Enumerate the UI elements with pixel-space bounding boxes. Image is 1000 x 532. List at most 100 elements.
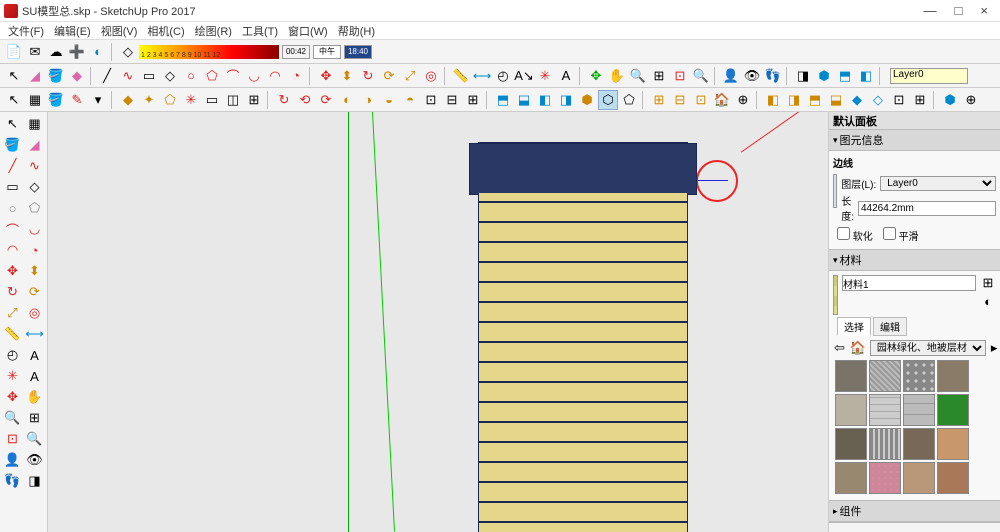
- lt-poly-icon[interactable]: ⬠: [25, 198, 45, 218]
- front-icon[interactable]: ◧: [856, 66, 876, 86]
- r3-icon[interactable]: ⟳: [316, 90, 336, 110]
- maximize-button[interactable]: □: [955, 3, 963, 18]
- material-swatch[interactable]: [835, 360, 867, 392]
- length-input[interactable]: [858, 201, 996, 216]
- lt-3dt-icon[interactable]: A: [25, 366, 45, 386]
- arc3-icon[interactable]: ◠: [265, 66, 285, 86]
- mail-icon[interactable]: ✉: [25, 42, 45, 62]
- layer-dropdown[interactable]: Layer0: [890, 68, 968, 84]
- material-swatch[interactable]: [835, 428, 867, 460]
- lt-free-icon[interactable]: ∿: [25, 156, 45, 176]
- d6-icon[interactable]: ◇: [868, 90, 888, 110]
- shape4-icon[interactable]: ✳: [181, 90, 201, 110]
- lt-paint-icon[interactable]: 🪣: [3, 135, 23, 155]
- b4-icon[interactable]: ◨: [556, 90, 576, 110]
- line-icon[interactable]: ╱: [97, 66, 117, 86]
- mat-default-icon[interactable]: ◐: [980, 293, 996, 309]
- materials-header[interactable]: 材料: [829, 250, 1000, 271]
- r1-icon[interactable]: ↻: [274, 90, 294, 110]
- d5-icon[interactable]: ◆: [847, 90, 867, 110]
- c4-icon[interactable]: 🏠: [712, 90, 732, 110]
- c5-icon[interactable]: ⊕: [733, 90, 753, 110]
- shape2-icon[interactable]: ✦: [139, 90, 159, 110]
- lt-arc1-icon[interactable]: ⌒: [3, 219, 23, 239]
- lt-erase-icon[interactable]: ◢: [25, 135, 45, 155]
- menu-draw[interactable]: 绘图(R): [191, 22, 236, 40]
- shadow-gradient[interactable]: 1 2 3 4 5 6 7 8 9 10 11 12: [139, 45, 279, 59]
- new-icon[interactable]: 📄: [4, 42, 24, 62]
- b1-icon[interactable]: ⬒: [493, 90, 513, 110]
- lt-follow-icon[interactable]: ⟳: [25, 282, 45, 302]
- time-sunset[interactable]: 18:40: [344, 45, 372, 59]
- time-sunrise[interactable]: 00:42: [282, 45, 310, 59]
- d7-icon[interactable]: ⊡: [889, 90, 909, 110]
- rotate-icon[interactable]: ↻: [358, 66, 378, 86]
- c2-icon[interactable]: ⊟: [670, 90, 690, 110]
- freehand-icon[interactable]: ∿: [118, 66, 138, 86]
- shape6-icon[interactable]: ◫: [223, 90, 243, 110]
- iso-icon[interactable]: ⬢: [814, 66, 834, 86]
- material-swatch[interactable]: [937, 394, 969, 426]
- move-icon[interactable]: ✥: [316, 66, 336, 86]
- orbit-icon[interactable]: ✥: [586, 66, 606, 86]
- lt-tape-icon[interactable]: 📏: [3, 324, 23, 344]
- eraser2-icon[interactable]: ◢: [25, 66, 45, 86]
- material-swatch[interactable]: [869, 462, 901, 494]
- lt-walk-icon[interactable]: 👣: [3, 471, 23, 491]
- lt-look-icon[interactable]: 👁: [25, 450, 45, 470]
- section-icon[interactable]: ◨: [793, 66, 813, 86]
- material-swatch[interactable]: [835, 462, 867, 494]
- prev-icon[interactable]: 🔍: [691, 66, 711, 86]
- b5-icon[interactable]: ⬢: [577, 90, 597, 110]
- material-swatch[interactable]: [869, 428, 901, 460]
- dim-icon[interactable]: ⟷: [472, 66, 492, 86]
- layer-select[interactable]: Layer0: [880, 176, 996, 191]
- lt-comp-icon[interactable]: ▦: [25, 114, 45, 134]
- components-header[interactable]: 组件: [829, 501, 1000, 522]
- mat-menu-icon[interactable]: ▸: [990, 340, 999, 356]
- pencil-icon[interactable]: ✎: [67, 90, 87, 110]
- lt-sec-icon[interactable]: ◨: [25, 471, 45, 491]
- e2-icon[interactable]: ⊕: [961, 90, 981, 110]
- menu-window[interactable]: 窗口(W): [284, 22, 332, 40]
- d8-icon[interactable]: ⊞: [910, 90, 930, 110]
- tab-edit[interactable]: 编辑: [873, 317, 907, 336]
- tray-title[interactable]: 默认面板: [829, 112, 1000, 130]
- lt-text-icon[interactable]: A: [25, 345, 45, 365]
- lt-arc3-icon[interactable]: ◠: [3, 240, 23, 260]
- arc2-icon[interactable]: ◡: [244, 66, 264, 86]
- tool-a-icon[interactable]: ◆: [67, 66, 87, 86]
- material-category-select[interactable]: 园林绿化、地被层材: [870, 340, 986, 356]
- select-icon[interactable]: ↖: [4, 66, 24, 86]
- menu-camera[interactable]: 相机(C): [143, 22, 188, 40]
- lt-rect-icon[interactable]: ▭: [3, 177, 23, 197]
- d2-icon[interactable]: ◨: [784, 90, 804, 110]
- r6-icon[interactable]: ◒: [379, 90, 399, 110]
- r9-icon[interactable]: ⊟: [442, 90, 462, 110]
- menu-view[interactable]: 视图(V): [97, 22, 142, 40]
- r10-icon[interactable]: ⊞: [463, 90, 483, 110]
- position-icon[interactable]: 👤: [721, 66, 741, 86]
- zoomext-icon[interactable]: ⊡: [670, 66, 690, 86]
- lt-rot-icon[interactable]: ◇: [25, 177, 45, 197]
- globe-icon[interactable]: ◐: [88, 42, 108, 62]
- building-model[interactable]: [478, 142, 688, 532]
- smooth-checkbox[interactable]: 平滑: [883, 227, 919, 243]
- mat-back-icon[interactable]: ⇦: [833, 340, 846, 356]
- material-swatch[interactable]: [869, 394, 901, 426]
- mat-home-icon[interactable]: 🏠: [850, 340, 866, 356]
- menu-help[interactable]: 帮助(H): [334, 22, 379, 40]
- top-icon[interactable]: ⬒: [835, 66, 855, 86]
- b6-icon[interactable]: ⬡: [598, 90, 618, 110]
- close-button[interactable]: ×: [980, 3, 988, 18]
- lt-scale-icon[interactable]: ⤢: [3, 303, 23, 323]
- material-swatch[interactable]: [937, 428, 969, 460]
- material-preview[interactable]: [833, 275, 838, 315]
- shape1-icon[interactable]: ◆: [118, 90, 138, 110]
- menu-tools[interactable]: 工具(T): [238, 22, 282, 40]
- r4-icon[interactable]: ◐: [337, 90, 357, 110]
- lt-circ-icon[interactable]: ○: [3, 198, 23, 218]
- b3-icon[interactable]: ◧: [535, 90, 555, 110]
- paint-icon[interactable]: 🪣: [46, 66, 66, 86]
- lt-line-icon[interactable]: ╱: [3, 156, 23, 176]
